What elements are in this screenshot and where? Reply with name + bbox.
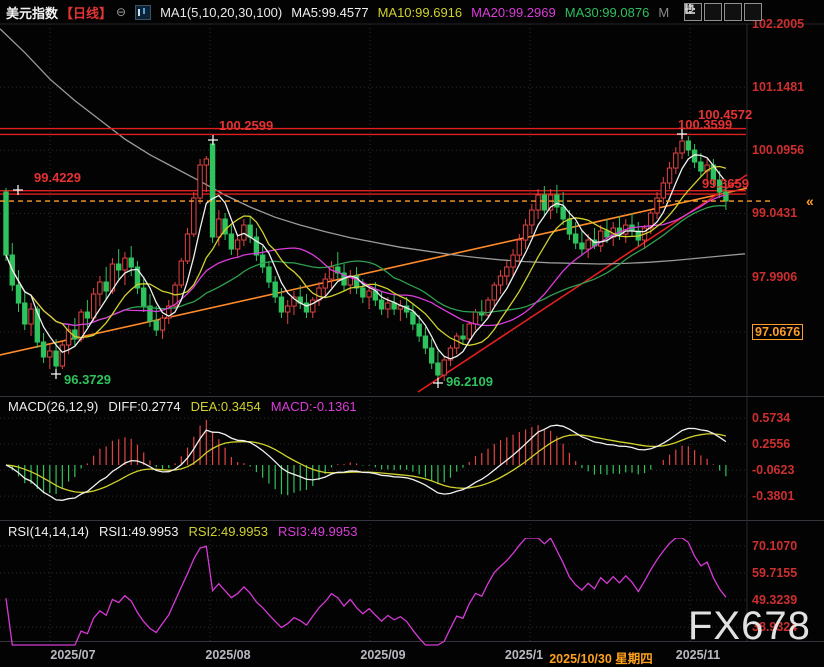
- gridlines: [0, 24, 824, 642]
- symbol-title: 美元指数: [6, 3, 58, 22]
- diff-line: [6, 425, 726, 500]
- axis-zoom-out-icon[interactable]: [724, 3, 742, 21]
- rsi-panel[interactable]: [6, 538, 726, 645]
- ma10-value: MA10:99.6916: [378, 5, 463, 20]
- ma30-value: MA30:99.0876: [565, 5, 650, 20]
- ma20-value: MA20:99.2969: [471, 5, 556, 20]
- dea-line: [6, 434, 726, 493]
- ma5-line: [6, 155, 726, 359]
- ma-settings-label[interactable]: MA1(5,10,20,30,100): [160, 5, 282, 20]
- swing-cross-marker: [677, 129, 687, 139]
- shift-right-icon[interactable]: [744, 3, 762, 21]
- axis-zoom-in-icon[interactable]: [704, 3, 722, 21]
- swing-cross-marker: [433, 378, 443, 388]
- ma10-line: [6, 167, 726, 346]
- rsi-line: [6, 538, 726, 645]
- main-chart-canvas[interactable]: [0, 0, 824, 667]
- period-label: 【日线】: [60, 3, 112, 22]
- ma100-label-truncated: M: [658, 5, 669, 20]
- chart-toolbar: [684, 3, 762, 21]
- price-panel[interactable]: [0, 29, 748, 392]
- swing-cross-marker: [51, 369, 61, 379]
- collapse-icon[interactable]: ⊖: [116, 5, 126, 19]
- trading-terminal: 美元指数【日线】 ⊖ MA1(5,10,20,30,100) MA5:99.457…: [0, 0, 824, 667]
- mini-chart-icon[interactable]: [135, 5, 151, 20]
- ma5-value: MA5:99.4577: [291, 5, 368, 20]
- macd-panel[interactable]: [6, 420, 726, 500]
